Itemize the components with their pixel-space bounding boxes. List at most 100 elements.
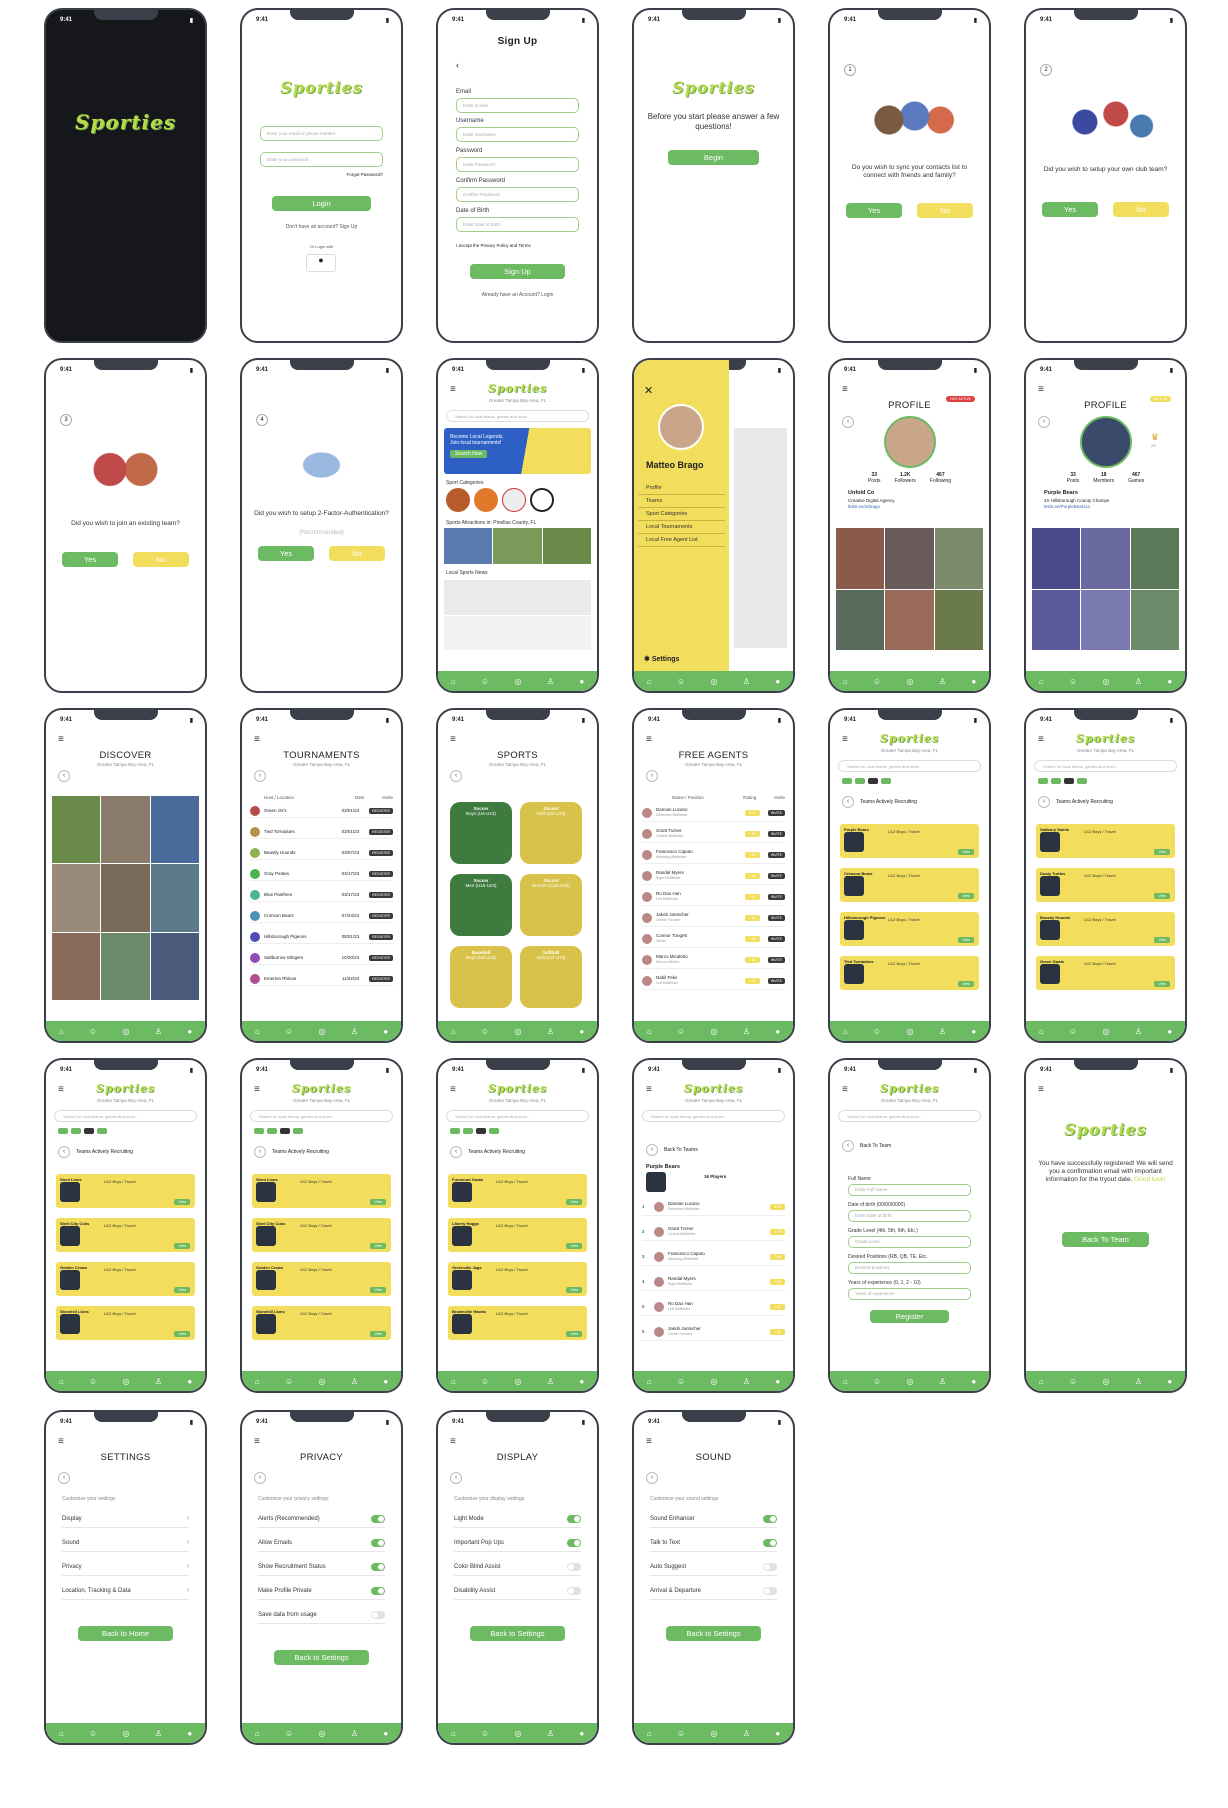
- soccer-ball-icon[interactable]: [530, 488, 554, 512]
- view-button[interactable]: View: [1154, 849, 1170, 855]
- view-button[interactable]: View: [566, 1331, 582, 1337]
- table-row[interactable]: Damian Lucano Defensive Midfielder 8.21 INV…: [642, 804, 785, 822]
- register-badge[interactable]: REGISTER: [369, 807, 393, 814]
- home-icon[interactable]: ⌂: [647, 1027, 652, 1036]
- menu-icon[interactable]: ≡: [1038, 1084, 1044, 1095]
- avatar[interactable]: ●: [971, 1377, 976, 1386]
- signup-button[interactable]: Sign Up: [470, 264, 565, 279]
- menu-icon[interactable]: ≡: [58, 734, 64, 745]
- forgot-password-link[interactable]: Forgot Password?: [346, 172, 383, 177]
- football-icon[interactable]: [446, 488, 470, 512]
- back-icon[interactable]: ‹: [450, 1472, 462, 1484]
- teams-icon[interactable]: ☺: [481, 677, 489, 686]
- user-icon[interactable]: ♙: [155, 1377, 162, 1386]
- home-icon[interactable]: ⌂: [647, 1729, 652, 1738]
- settings-item[interactable]: Allow Emails: [258, 1534, 385, 1552]
- home-icon[interactable]: ⌂: [1039, 677, 1044, 686]
- basketball-icon[interactable]: [474, 488, 498, 512]
- back-icon[interactable]: ‹: [646, 1472, 658, 1484]
- compass-icon[interactable]: ◎: [514, 677, 521, 686]
- table-row[interactable]: 1 Damian Lucano Defensive Midfielder 8.21: [642, 1198, 785, 1216]
- sport-tile[interactable]: Soccer Girls (U4-U13): [520, 802, 582, 864]
- back-icon[interactable]: ‹: [450, 1146, 462, 1158]
- filter-pill[interactable]: [266, 1128, 277, 1134]
- back-to-team-button[interactable]: Back To Team: [1062, 1232, 1149, 1247]
- profile-link[interactable]: linktr.ee/PurpleBears11: [1044, 504, 1090, 509]
- user-icon[interactable]: ♙: [743, 1027, 750, 1036]
- home-icon[interactable]: ⌂: [59, 1377, 64, 1386]
- yes-button[interactable]: Yes: [62, 552, 118, 567]
- compass-icon[interactable]: ◎: [122, 1729, 129, 1738]
- compass-icon[interactable]: ◎: [1102, 677, 1109, 686]
- team-card[interactable]: Beastly Hounds U12 Boys / Travel View: [1036, 912, 1175, 946]
- home-icon[interactable]: ⌂: [843, 677, 848, 686]
- promo-banner[interactable]: Become Local Legends, Join local tournam…: [444, 428, 591, 474]
- login-button[interactable]: Login: [272, 196, 371, 211]
- menu-icon[interactable]: ≡: [646, 1436, 652, 1447]
- filter-pill[interactable]: [1038, 778, 1048, 784]
- back-icon[interactable]: ‹: [58, 1472, 70, 1484]
- user-icon[interactable]: ♙: [351, 1377, 358, 1386]
- filter-pill[interactable]: [854, 778, 865, 784]
- avatar[interactable]: ●: [579, 1027, 584, 1036]
- compass-icon[interactable]: ◎: [318, 1027, 325, 1036]
- user-icon[interactable]: ♙: [547, 677, 554, 686]
- password-field[interactable]: Enter your password: [260, 152, 383, 167]
- sport-tile[interactable]: Soccer Men (U15-U23): [450, 874, 512, 936]
- register-badge[interactable]: REGISTER: [369, 954, 393, 961]
- filter-pill[interactable]: [488, 1128, 499, 1134]
- username-field[interactable]: Enter Username: [456, 127, 579, 142]
- home-icon[interactable]: ⌂: [255, 1729, 260, 1738]
- view-button[interactable]: View: [174, 1199, 190, 1205]
- back-icon[interactable]: ‹: [646, 1144, 658, 1156]
- photo-grid[interactable]: [836, 528, 983, 650]
- home-icon[interactable]: ⌂: [451, 1729, 456, 1738]
- search-input[interactable]: Search for local teams, games and more..…: [838, 1110, 981, 1122]
- teams-icon[interactable]: ☺: [285, 1729, 293, 1738]
- table-row[interactable]: 3 Francesco Caputo Attacking Midfielder 7.8…: [642, 1248, 785, 1266]
- dob-field[interactable]: Enter Date of Birth: [456, 217, 579, 232]
- search-input[interactable]: Search for local teams, games and more..…: [54, 1110, 197, 1122]
- toggle-switch[interactable]: [567, 1539, 581, 1547]
- avatar[interactable]: ●: [775, 1027, 780, 1036]
- drawer-settings[interactable]: ✱ Settings: [644, 655, 679, 663]
- filter-pill[interactable]: [96, 1128, 107, 1134]
- back-to-teams[interactable]: Back To Teams: [664, 1147, 698, 1153]
- home-icon[interactable]: ⌂: [647, 677, 652, 686]
- team-card[interactable]: Liberty Hoggs U12 Boys / Travel View: [448, 1218, 587, 1252]
- filter-pill[interactable]: [880, 778, 891, 784]
- user-icon[interactable]: ♙: [1135, 1027, 1142, 1036]
- teams-icon[interactable]: ☺: [677, 1027, 685, 1036]
- password-field[interactable]: Enter Password: [456, 157, 579, 172]
- team-card[interactable]: Stonehill Lions U12 Boys / Travel View: [56, 1306, 195, 1340]
- back-to-team[interactable]: Back To Team: [860, 1143, 891, 1149]
- home-icon[interactable]: ⌂: [451, 1377, 456, 1386]
- no-button[interactable]: No: [1113, 202, 1169, 217]
- invite-button[interactable]: INVITE: [767, 935, 785, 942]
- teams-icon[interactable]: ☺: [481, 1729, 489, 1738]
- filter-pill[interactable]: [867, 778, 878, 784]
- discover-grid[interactable]: [52, 796, 199, 1000]
- signup-link[interactable]: Don't have an account? Sign Up: [242, 224, 401, 230]
- avatar[interactable]: ●: [187, 1729, 192, 1738]
- home-icon[interactable]: ⌂: [1039, 1027, 1044, 1036]
- email-field[interactable]: Enter your email or phone number: [260, 126, 383, 141]
- settings-item[interactable]: Alerts (Recommended): [258, 1510, 385, 1528]
- compass-icon[interactable]: ◎: [906, 677, 913, 686]
- filter-pill[interactable]: [292, 1128, 303, 1134]
- compass-icon[interactable]: ◎: [318, 1729, 325, 1738]
- team-card[interactable]: Shed Lions U12 Boys / Travel View: [56, 1174, 195, 1208]
- avatar[interactable]: ●: [1167, 677, 1172, 686]
- home-icon[interactable]: ⌂: [451, 1027, 456, 1036]
- apple-login-icon[interactable]: ●: [306, 254, 336, 272]
- yes-button[interactable]: Yes: [846, 203, 902, 218]
- table-row[interactable]: Emerton Rhinos 11/02/23 REGISTER: [250, 972, 393, 986]
- toggle-switch[interactable]: [763, 1563, 777, 1571]
- table-row[interactable]: Grant Turner Central Midfielder 7.93 INVITE: [642, 825, 785, 843]
- menu-icon[interactable]: ≡: [646, 734, 652, 745]
- view-button[interactable]: View: [566, 1243, 582, 1249]
- drawer-item-profile[interactable]: Profile: [638, 482, 725, 495]
- teams-icon[interactable]: ☺: [677, 677, 685, 686]
- table-row[interactable]: Beastly Hounds 03/07/23 REGISTER: [250, 846, 393, 860]
- menu-icon[interactable]: ≡: [254, 734, 260, 745]
